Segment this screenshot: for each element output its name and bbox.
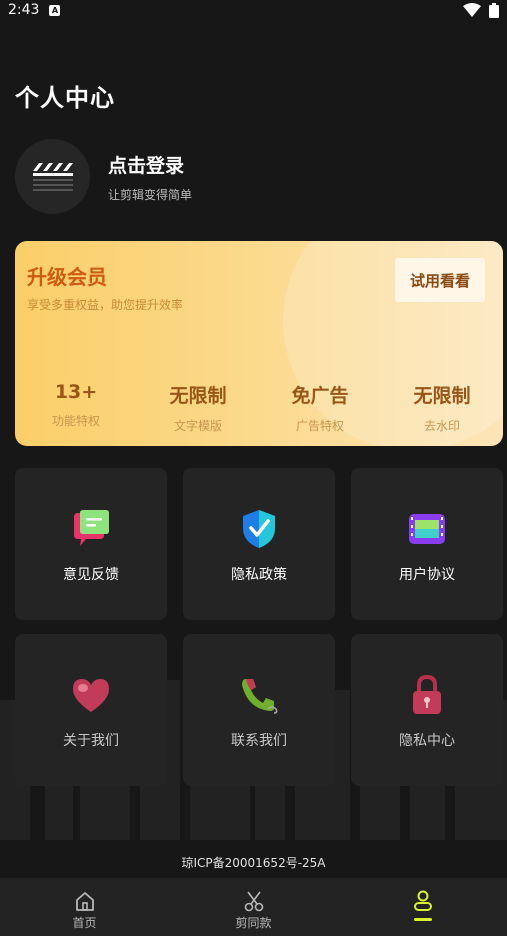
perk-value: 免广告 xyxy=(291,385,349,407)
tile-contact-us[interactable]: 联系我们 xyxy=(183,634,335,786)
vip-title: 升级会员 xyxy=(27,265,107,289)
notification-icon: A xyxy=(49,4,61,16)
perk-label: 广告特权 xyxy=(295,419,344,433)
tile-label: 意见反馈 xyxy=(63,567,119,583)
perk-functions: 13+ 功能特权 xyxy=(15,381,137,434)
tile-label: 关于我们 xyxy=(63,733,119,749)
perk-no-ads: 免广告 广告特权 xyxy=(259,381,381,434)
nav-label: 剪同款 xyxy=(235,916,272,930)
icp-license: 琼ICP备20001652号-25A xyxy=(181,856,326,870)
page-title: 个人中心 xyxy=(15,84,115,112)
tile-label: 隐私政策 xyxy=(231,567,287,583)
tile-label: 用户协议 xyxy=(399,567,455,583)
vip-subtitle: 享受多重权益，助您提升效率 xyxy=(27,298,184,312)
nav-home[interactable]: 首页 xyxy=(0,878,169,936)
login-subtitle: 让剪辑变得简单 xyxy=(108,187,193,202)
perk-label: 功能特权 xyxy=(51,414,100,428)
tile-label: 隐私中心 xyxy=(399,733,455,749)
film-strip-icon xyxy=(409,514,445,544)
phone-icon xyxy=(242,679,278,714)
scissors-icon xyxy=(244,891,263,912)
home-icon xyxy=(75,892,94,911)
perk-value: 无限制 xyxy=(169,385,227,407)
perk-label: 文字模版 xyxy=(173,419,222,433)
battery-icon xyxy=(489,2,499,18)
nav-active-indicator xyxy=(413,918,432,921)
tile-user-agreement[interactable]: 用户协议 xyxy=(351,468,503,620)
perk-value: 13+ xyxy=(54,381,98,403)
tile-about-us[interactable]: 关于我们 xyxy=(15,634,167,786)
profile-icon xyxy=(413,890,432,911)
tile-privacy-policy[interactable]: 隐私政策 xyxy=(183,468,335,620)
status-time: 2:43 xyxy=(8,2,40,18)
bottom-nav: 首页 剪同款 xyxy=(0,878,507,936)
status-bar: 2:43 A xyxy=(0,0,507,20)
perk-templates: 无限制 文字模版 xyxy=(137,381,259,434)
perk-value: 无限制 xyxy=(413,385,471,407)
vip-card[interactable]: 升级会员 享受多重权益，助您提升效率 试用看看 13+ 功能特权 无限制 文字模… xyxy=(15,241,503,446)
vip-perks: 13+ 功能特权 无限制 文字模版 免广告 广告特权 无限制 去水印 xyxy=(15,381,503,434)
perk-label: 去水印 xyxy=(423,419,460,433)
heart-icon xyxy=(73,679,109,712)
perk-watermark: 无限制 去水印 xyxy=(381,381,503,434)
avatar[interactable] xyxy=(15,139,90,214)
clapperboard-icon xyxy=(32,162,73,191)
nav-profile[interactable] xyxy=(338,878,507,936)
feedback-bubble-icon xyxy=(74,510,109,546)
lock-icon xyxy=(413,674,441,714)
tile-privacy-center[interactable]: 隐私中心 xyxy=(351,634,503,786)
tile-feedback[interactable]: 意见反馈 xyxy=(15,468,167,620)
login-profile[interactable]: 点击登录 让剪辑变得简单 xyxy=(15,139,192,214)
tile-label: 联系我们 xyxy=(231,733,287,749)
nav-templates[interactable]: 剪同款 xyxy=(169,878,338,936)
login-title[interactable]: 点击登录 xyxy=(108,151,192,178)
trial-button[interactable]: 试用看看 xyxy=(395,258,485,302)
shield-check-icon xyxy=(243,510,275,548)
nav-label: 首页 xyxy=(72,916,97,930)
wifi-icon xyxy=(463,3,481,17)
